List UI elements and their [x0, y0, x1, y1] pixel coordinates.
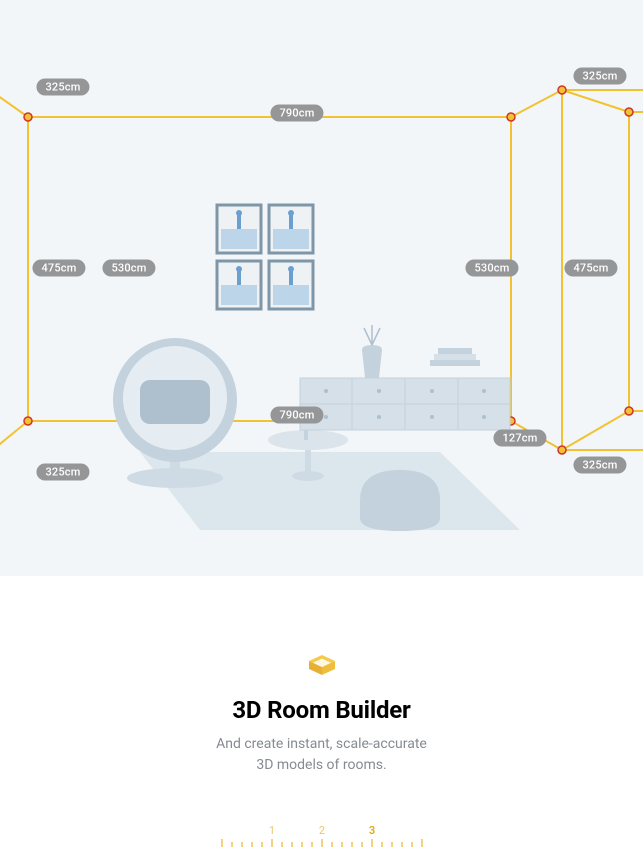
box-icon [305, 648, 339, 682]
subtitle-line2: 3D models of rooms. [256, 757, 386, 773]
measure-badge-top-right: 325cm [573, 68, 626, 85]
room-illustration: 325cm 325cm 790cm 790cm 325cm 325cm 475c… [0, 0, 643, 576]
feature-card: 3D Room Builder And create instant, scal… [0, 576, 643, 858]
measure-badge-right-inner-h: 530cm [465, 260, 518, 277]
measure-badge-floor-width: 790cm [270, 407, 323, 424]
measure-badge-left-outer-h: 475cm [32, 260, 85, 277]
sideboard [300, 325, 510, 440]
measure-badge-top-left: 325cm [36, 79, 89, 96]
measure-badge-sideboard: 127cm [493, 430, 546, 447]
pager-2[interactable]: 2 [318, 824, 324, 837]
pouf [360, 470, 440, 531]
measure-badge-left-inner-h: 530cm [102, 260, 155, 277]
measure-badge-bot-left: 325cm [36, 464, 89, 481]
measure-badge-bot-right: 325cm [573, 457, 626, 474]
pager-1[interactable]: 1 [268, 824, 274, 837]
feature-subtitle: And create instant, scale-accurate 3D mo… [216, 734, 427, 776]
page-indicator[interactable]: 1 2 3 [212, 819, 432, 849]
pager-3[interactable]: 3 [368, 824, 374, 837]
measure-badge-right-outer-h: 475cm [564, 260, 617, 277]
measure-badge-top-width: 790cm [270, 105, 323, 122]
subtitle-line1: And create instant, scale-accurate [216, 736, 427, 752]
wall-art [217, 205, 313, 309]
room-svg [0, 0, 643, 576]
rug [140, 452, 520, 530]
feature-title: 3D Room Builder [232, 696, 410, 724]
